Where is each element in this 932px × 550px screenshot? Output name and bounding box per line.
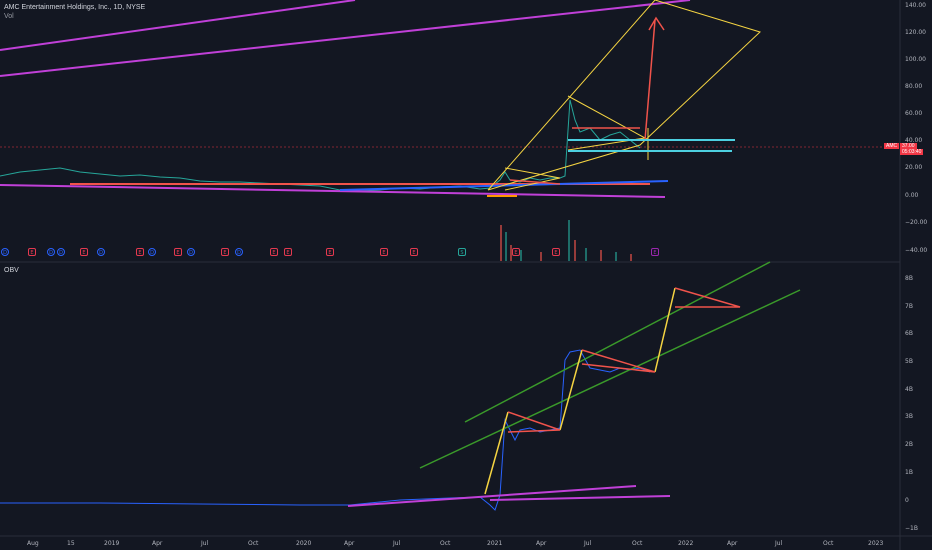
time-tick: Jul — [201, 540, 209, 547]
earnings-event-icon[interactable]: E — [270, 248, 278, 256]
obv-red-flag-3[interactable] — [674, 287, 741, 308]
obv-legend: OBV — [4, 266, 19, 275]
obv-tick: 3B — [905, 413, 913, 420]
purple-support-line[interactable] — [0, 184, 666, 198]
dividend-event-icon[interactable]: D — [57, 248, 65, 256]
time-tick: Oct — [632, 540, 643, 547]
dividend-event-icon[interactable]: D — [97, 248, 105, 256]
obv-tick: 7B — [905, 303, 913, 310]
obv-tick: 8B — [905, 275, 913, 282]
time-tick: 2023 — [868, 540, 884, 547]
time-tick: Apr — [727, 540, 738, 547]
obv-tick: 2B — [905, 441, 913, 448]
time-tick: Apr — [344, 540, 355, 547]
obv-tick: 1B — [905, 469, 913, 476]
time-tick: Jul — [393, 540, 401, 547]
earnings-event-icon[interactable]: E — [380, 248, 388, 256]
time-tick: Oct — [248, 540, 259, 547]
countdown-tag: 05:03:40 — [900, 149, 924, 155]
ticker-badge: AMC — [884, 143, 900, 149]
time-tick: Oct — [440, 540, 451, 547]
price-series — [0, 99, 641, 192]
earnings-event-icon[interactable]: E — [326, 248, 334, 256]
earnings-event-icon[interactable]: E — [80, 248, 88, 256]
volume-label[interactable]: Vol — [4, 12, 145, 21]
obv-yellow-leg-1[interactable] — [484, 411, 509, 495]
time-tick: Jul — [584, 540, 592, 547]
obv-purple-upper[interactable] — [347, 485, 637, 507]
price-tick: −20.00 — [905, 219, 928, 226]
earnings-event-icon[interactable]: E — [221, 248, 229, 256]
time-tick: Apr — [536, 540, 547, 547]
price-tick: 0.00 — [905, 192, 919, 199]
time-tick: 2021 — [487, 540, 503, 547]
earnings-event-icon[interactable]: E — [174, 248, 182, 256]
price-tick: 120.00 — [905, 29, 926, 36]
obv-label[interactable]: OBV — [4, 266, 19, 275]
price-tick: 20.00 — [905, 164, 923, 171]
earnings-event-icon[interactable]: E — [512, 248, 520, 256]
dividend-event-icon[interactable]: D — [235, 248, 243, 256]
chart-canvas[interactable] — [0, 0, 932, 550]
dividend-event-icon[interactable]: D — [47, 248, 55, 256]
yellow-channel[interactable] — [487, 0, 761, 191]
time-tick: 2019 — [104, 540, 120, 547]
obv-yellow-leg-3[interactable] — [654, 287, 676, 373]
price-tick: −40.00 — [905, 247, 928, 254]
green-channel-upper[interactable] — [464, 261, 771, 423]
obv-purple-lower[interactable] — [489, 495, 671, 501]
dividend-event-icon[interactable]: D — [187, 248, 195, 256]
obv-tick: 0 — [905, 497, 909, 504]
obv-yellow-leg-2[interactable] — [559, 349, 583, 431]
red-arrow-line[interactable] — [644, 19, 656, 141]
dividend-event-icon[interactable]: D — [148, 248, 156, 256]
symbol-title[interactable]: AMC Entertainment Holdings, Inc., 1D, NY… — [4, 3, 145, 12]
obv-tick: 4B — [905, 386, 913, 393]
price-tick: 100.00 — [905, 56, 926, 63]
obv-tick: −1B — [905, 525, 918, 532]
earnings-event-icon[interactable]: E — [28, 248, 36, 256]
obv-tick: 6B — [905, 330, 913, 337]
time-tick: Jul — [775, 540, 783, 547]
earnings-event-icon[interactable]: E — [410, 248, 418, 256]
price-tick-top: 140.00 — [905, 2, 926, 9]
obv-tick: 5B — [905, 358, 913, 365]
time-tick: Aug — [27, 540, 39, 547]
price-tick: 80.00 — [905, 83, 923, 90]
time-tick: Oct — [823, 540, 834, 547]
chart-legend: AMC Entertainment Holdings, Inc., 1D, NY… — [4, 3, 145, 21]
time-tick: Apr — [152, 540, 163, 547]
time-tick: 15 — [67, 540, 75, 547]
earnings-event-icon[interactable]: E — [651, 248, 659, 256]
dividend-event-icon[interactable]: D — [1, 248, 9, 256]
red-arrow-head[interactable] — [648, 16, 665, 31]
price-tick: 60.00 — [905, 110, 923, 117]
earnings-event-icon[interactable]: E — [284, 248, 292, 256]
earnings-event-icon[interactable]: E — [136, 248, 144, 256]
time-tick: 2020 — [296, 540, 312, 547]
yellow-pennant-2[interactable] — [567, 95, 647, 151]
green-channel-lower[interactable] — [419, 289, 801, 469]
time-tick: 2022 — [678, 540, 694, 547]
earnings-event-icon[interactable]: E — [552, 248, 560, 256]
split-event-icon[interactable]: S — [458, 248, 466, 256]
